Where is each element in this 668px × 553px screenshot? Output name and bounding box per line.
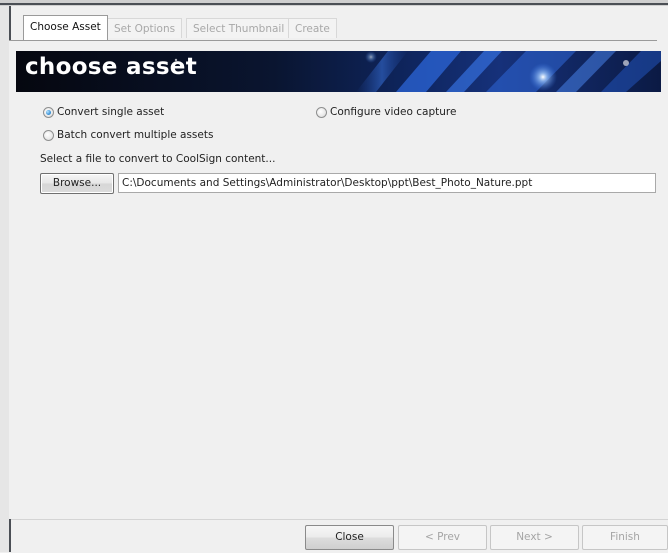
file-prompt-label: Select a file to convert to CoolSign con… bbox=[40, 153, 276, 165]
radio-empty-icon bbox=[316, 106, 327, 118]
finish-button[interactable]: Finish bbox=[582, 525, 668, 550]
batch-convert-label: Batch convert multiple assets bbox=[57, 129, 214, 141]
radio-selected-icon bbox=[43, 106, 54, 118]
convert-single-label: Convert single asset bbox=[57, 106, 165, 118]
tab-set-options[interactable]: Set Options bbox=[107, 18, 183, 38]
batch-convert-radio[interactable]: Batch convert multiple assets bbox=[43, 129, 213, 141]
configure-video-label: Configure video capture bbox=[330, 106, 457, 118]
prev-button[interactable]: < Prev bbox=[398, 525, 487, 550]
banner-title: choose asset bbox=[25, 54, 198, 80]
next-button[interactable]: Next > bbox=[490, 525, 579, 550]
convert-single-radio[interactable]: Convert single asset bbox=[43, 106, 164, 118]
radio-empty-icon bbox=[43, 129, 54, 141]
file-path-field[interactable]: C:\Documents and Settings\Administrator\… bbox=[118, 173, 656, 193]
close-button[interactable]: Close bbox=[305, 525, 394, 550]
header-banner: choose asset bbox=[16, 51, 661, 92]
tab-choose-asset[interactable]: Choose Asset bbox=[23, 15, 108, 40]
configure-video-radio[interactable]: Configure video capture bbox=[316, 106, 456, 118]
tab-select-thumbnail[interactable]: Select Thumbnail bbox=[186, 18, 292, 38]
browse-button[interactable]: Browse... bbox=[40, 173, 114, 194]
tab-create[interactable]: Create bbox=[288, 18, 337, 38]
